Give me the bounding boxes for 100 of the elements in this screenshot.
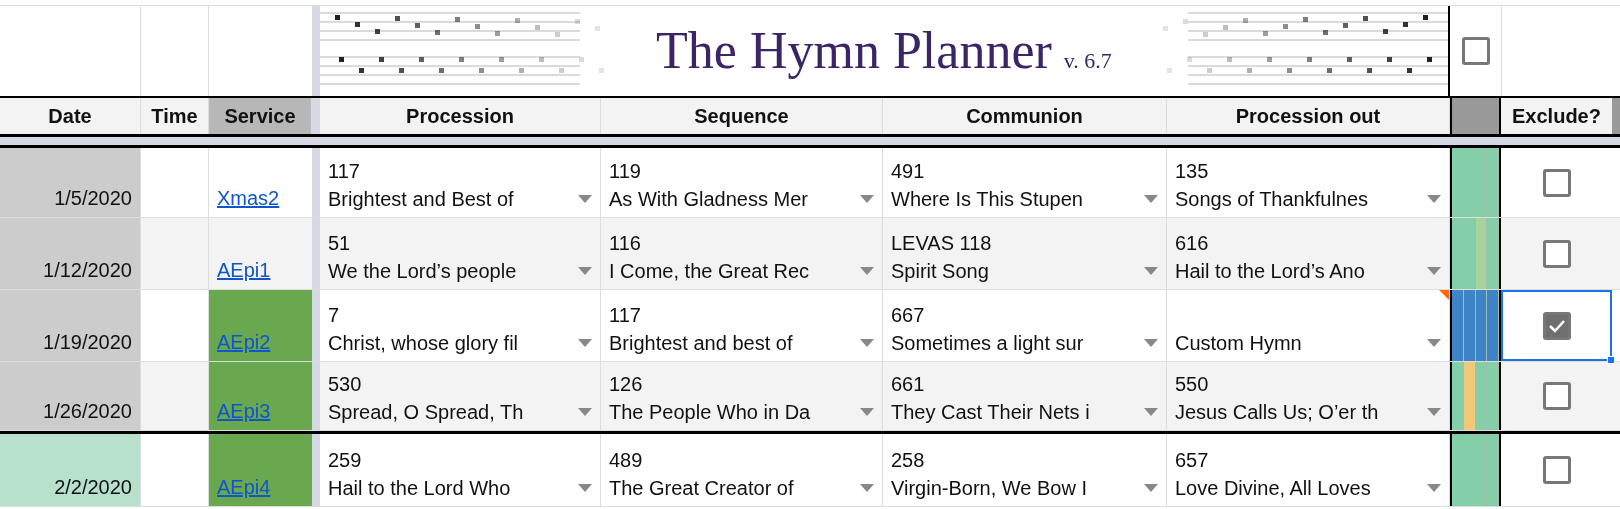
dropdown-caret-icon[interactable] (1427, 339, 1441, 347)
hymn-title: Hail to the Lord Who (328, 476, 511, 501)
service-link[interactable]: AEpi1 (217, 255, 271, 285)
hymn-number: 657 (1175, 448, 1210, 473)
hymn-number: 616 (1175, 231, 1210, 256)
checkbox[interactable] (1461, 37, 1490, 65)
date-cell: 1/12/2020 (0, 218, 141, 289)
dropdown-caret-icon[interactable] (1427, 267, 1441, 275)
hymn-cell[interactable]: 51 We the Lord’s people (320, 218, 601, 289)
hymn-title: Sometimes a light sur (891, 331, 1084, 356)
dropdown-caret-icon[interactable] (1427, 408, 1441, 416)
dropdown-caret-icon[interactable] (860, 195, 874, 203)
hymn-title: Spirit Song (891, 259, 989, 284)
hymn-title: Christ, whose glory fil (328, 331, 519, 356)
dropdown-caret-icon[interactable] (860, 339, 874, 347)
hymn-number: 7 (328, 303, 341, 328)
hymn-cell[interactable]: 657 Love Divine, All Loves (1167, 434, 1450, 506)
hymn-cell[interactable]: 550 Jesus Calls Us; O’er th (1167, 362, 1450, 430)
hymn-number: 126 (609, 372, 644, 397)
dropdown-caret-icon[interactable] (1427, 484, 1441, 492)
hymn-cell[interactable]: 119 As With Gladness Mer (601, 148, 883, 217)
hymn-cell[interactable]: 489 The Great Creator of (601, 434, 883, 506)
column-header: Time (141, 98, 209, 134)
date-cell: 2/2/2020 (0, 434, 141, 506)
hymn-cell[interactable]: 616 Hail to the Lord’s Ano (1167, 218, 1450, 289)
dropdown-caret-icon[interactable] (578, 484, 592, 492)
hymn-cell[interactable]: 530 Spread, O Spread, Th (320, 362, 601, 430)
date-cell: 1/19/2020 (0, 290, 141, 361)
version-label: v. 6.7 (1063, 50, 1112, 72)
dropdown-caret-icon[interactable] (1144, 408, 1158, 416)
hymn-title: Virgin-Born, We Bow I (891, 476, 1087, 501)
checkbox[interactable] (1542, 168, 1571, 197)
hymn-title: I Come, the Great Rec (609, 259, 810, 284)
dropdown-caret-icon[interactable] (578, 339, 592, 347)
hymn-title: We the Lord’s people (328, 259, 517, 284)
selection-handle[interactable] (1607, 356, 1615, 364)
dropdown-caret-icon[interactable] (860, 267, 874, 275)
hymn-title: As With Gladness Mer (609, 187, 808, 212)
hymn-cell[interactable]: 126 The People Who in Da (601, 362, 883, 430)
dropdown-caret-icon[interactable] (578, 408, 592, 416)
hymn-number: 119 (609, 159, 642, 184)
hymn-number: 258 (891, 448, 926, 473)
dropdown-caret-icon[interactable] (1144, 484, 1158, 492)
column-header: Sequence (601, 98, 883, 134)
dropdown-caret-icon[interactable] (1144, 339, 1158, 347)
dropdown-caret-icon[interactable] (860, 408, 874, 416)
checkbox[interactable] (1542, 311, 1571, 340)
hymn-cell[interactable]: 117 Brightest and best of (601, 290, 883, 361)
hymn-title: Custom Hymn (1175, 331, 1302, 356)
hymn-cell[interactable]: Custom Hymn (1167, 290, 1450, 361)
dropdown-caret-icon[interactable] (578, 267, 592, 275)
planner-title: The Hymn Planner (656, 25, 1052, 77)
hymn-number: 135 (1175, 159, 1210, 184)
hymn-number: 491 (891, 159, 926, 184)
exclude-cell[interactable] (1501, 290, 1612, 361)
dropdown-caret-icon[interactable] (578, 195, 592, 203)
hymn-number: 117 (328, 159, 361, 184)
hymn-number: 530 (328, 372, 363, 397)
dropdown-caret-icon[interactable] (1144, 267, 1158, 275)
hymn-cell[interactable]: 661 They Cast Their Nets i (883, 362, 1167, 430)
checkbox[interactable] (1542, 382, 1571, 410)
column-header: Communion (883, 98, 1167, 134)
hymn-number: 550 (1175, 372, 1210, 397)
hymn-cell[interactable]: 7 Christ, whose glory fil (320, 290, 601, 361)
hymn-number: 489 (609, 448, 644, 473)
column-header: Date (0, 98, 141, 134)
hymn-cell[interactable]: 667 Sometimes a light sur (883, 290, 1167, 361)
hymn-title: The Great Creator of (609, 476, 794, 501)
hymn-number: 116 (609, 231, 642, 256)
column-header: Procession (320, 98, 601, 134)
hymn-title: Hail to the Lord’s Ano (1175, 259, 1365, 284)
hymn-cell[interactable]: LEVAS 118 Spirit Song (883, 218, 1167, 289)
hymn-cell[interactable]: 135 Songs of Thankfulnes (1167, 148, 1450, 217)
hymn-number: 51 (328, 231, 352, 256)
hymn-title: They Cast Their Nets i (891, 400, 1090, 425)
hymn-cell[interactable]: 117 Brightest and Best of (320, 148, 601, 217)
date-cell: 1/5/2020 (0, 148, 141, 217)
hymn-number: LEVAS 118 (891, 231, 993, 256)
column-header: Service (209, 98, 312, 134)
hymn-title: Jesus Calls Us; O’er th (1175, 400, 1379, 425)
date-cell: 1/26/2020 (0, 362, 141, 430)
hymn-cell[interactable]: 258 Virgin-Born, We Bow I (883, 434, 1167, 506)
hymn-cell[interactable]: 259 Hail to the Lord Who (320, 434, 601, 506)
column-header: Procession out (1167, 98, 1450, 134)
hymn-number: 667 (891, 303, 926, 328)
hymn-title: The People Who in Da (609, 400, 811, 425)
dropdown-caret-icon[interactable] (860, 484, 874, 492)
hymn-title: Spread, O Spread, Th (328, 400, 524, 425)
hymn-cell[interactable]: 116 I Come, the Great Rec (601, 218, 883, 289)
service-link[interactable]: Xmas2 (217, 183, 280, 213)
hymn-title: Brightest and Best of (328, 187, 514, 212)
hymn-number: 661 (891, 372, 926, 397)
checkbox[interactable] (1542, 456, 1571, 484)
hymn-number: 259 (328, 448, 363, 473)
hymn-title: Where Is This Stupen (891, 187, 1083, 212)
dropdown-caret-icon[interactable] (1427, 195, 1441, 203)
column-header: Exclude? (1501, 98, 1612, 134)
dropdown-caret-icon[interactable] (1144, 195, 1158, 203)
checkbox[interactable] (1542, 239, 1571, 268)
hymn-cell[interactable]: 491 Where Is This Stupen (883, 148, 1167, 217)
